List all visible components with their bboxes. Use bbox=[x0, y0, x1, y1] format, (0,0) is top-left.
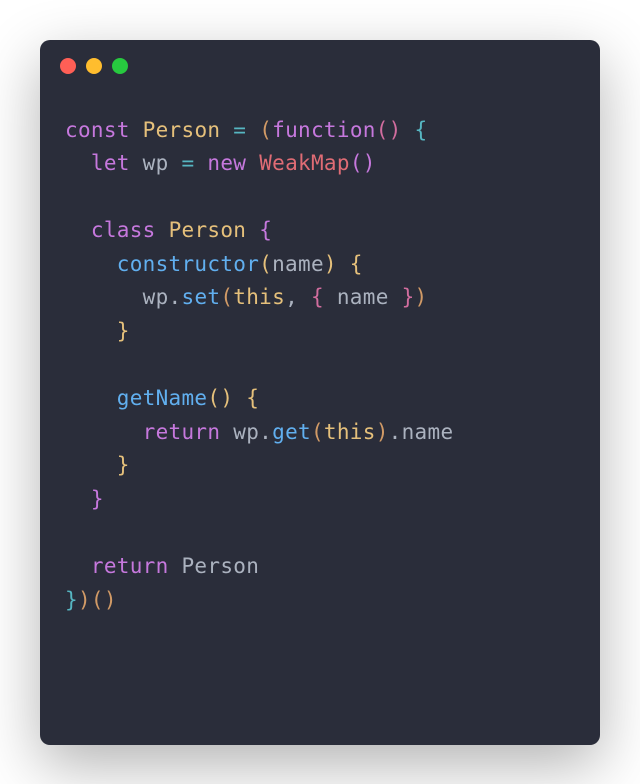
identifier: Person bbox=[169, 554, 260, 578]
brace: { bbox=[337, 252, 363, 276]
paren: ( bbox=[376, 118, 389, 142]
keyword-this: this bbox=[324, 420, 376, 444]
method-name: constructor bbox=[65, 252, 259, 276]
paren: ) bbox=[324, 252, 337, 276]
keyword-return: return bbox=[65, 554, 169, 578]
brace: { bbox=[233, 386, 259, 410]
keyword-class: class bbox=[65, 218, 156, 242]
brace: { bbox=[402, 118, 428, 142]
paren: ( bbox=[220, 285, 233, 309]
identifier: wp bbox=[65, 285, 169, 309]
brace: } bbox=[65, 319, 130, 343]
identifier: wp bbox=[143, 151, 169, 175]
keyword-return: return bbox=[65, 420, 220, 444]
paren: ) bbox=[104, 588, 117, 612]
punctuation: , bbox=[285, 285, 311, 309]
paren: ( bbox=[311, 420, 324, 444]
paren: ( bbox=[91, 588, 104, 612]
brace: } bbox=[402, 285, 415, 309]
maximize-icon[interactable] bbox=[112, 58, 128, 74]
close-icon[interactable] bbox=[60, 58, 76, 74]
paren: ) bbox=[220, 386, 233, 410]
punctuation: . bbox=[389, 420, 402, 444]
keyword-new: new bbox=[207, 151, 246, 175]
keyword-let: let bbox=[65, 151, 130, 175]
keyword-function: function bbox=[272, 118, 376, 142]
method-call: set bbox=[182, 285, 221, 309]
parameter: name bbox=[272, 252, 324, 276]
paren: ( bbox=[259, 252, 272, 276]
keyword-this: this bbox=[233, 285, 285, 309]
paren: ( bbox=[259, 118, 272, 142]
paren: ) bbox=[376, 420, 389, 444]
code-block: const Person = (function() { let wp = ne… bbox=[40, 84, 600, 648]
operator: = bbox=[233, 118, 246, 142]
paren: ) bbox=[363, 151, 376, 175]
brace: } bbox=[65, 588, 78, 612]
keyword-const: const bbox=[65, 118, 130, 142]
class-name: WeakMap bbox=[259, 151, 350, 175]
method-call: get bbox=[272, 420, 311, 444]
method-name: getName bbox=[65, 386, 207, 410]
code-window: const Person = (function() { let wp = ne… bbox=[40, 40, 600, 745]
punctuation: . bbox=[259, 420, 272, 444]
brace: { bbox=[259, 218, 272, 242]
brace: } bbox=[65, 453, 130, 477]
property: name bbox=[402, 420, 454, 444]
operator: = bbox=[182, 151, 195, 175]
brace: } bbox=[65, 487, 104, 511]
class-name: Person bbox=[169, 218, 247, 242]
class-name: Person bbox=[143, 118, 221, 142]
paren: ( bbox=[207, 386, 220, 410]
brace: { bbox=[311, 285, 324, 309]
paren: ) bbox=[389, 118, 402, 142]
paren: ) bbox=[78, 588, 91, 612]
property: name bbox=[324, 285, 402, 309]
window-titlebar bbox=[40, 40, 600, 84]
punctuation: . bbox=[169, 285, 182, 309]
paren: ( bbox=[350, 151, 363, 175]
minimize-icon[interactable] bbox=[86, 58, 102, 74]
identifier: wp bbox=[220, 420, 259, 444]
paren: ) bbox=[415, 285, 428, 309]
